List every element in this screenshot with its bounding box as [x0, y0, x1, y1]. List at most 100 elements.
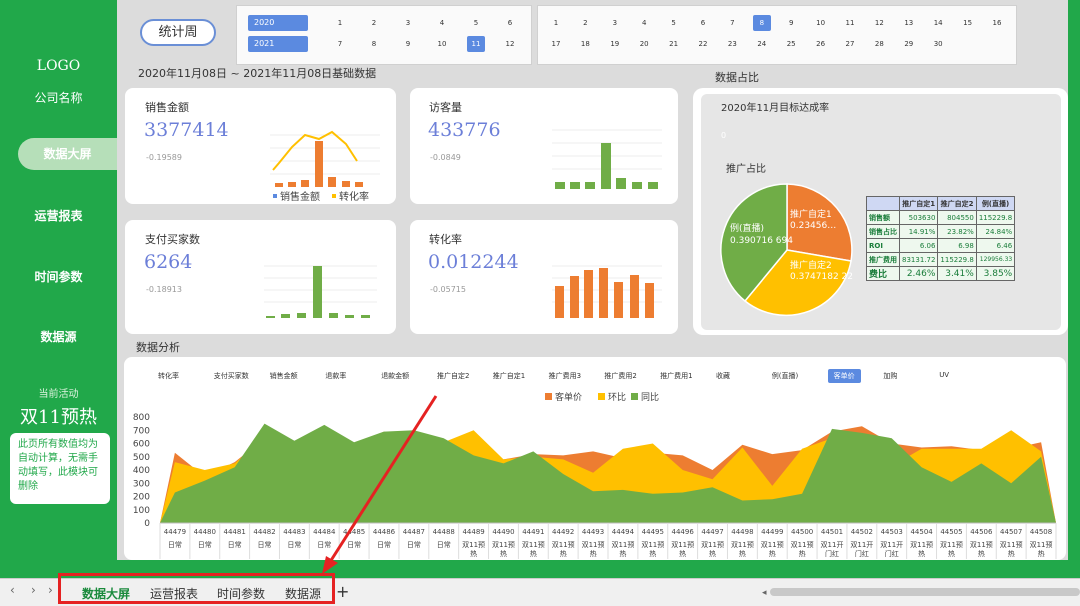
- analysis-tab[interactable]: 推广费用1: [660, 371, 692, 381]
- table-header: [866, 196, 900, 211]
- analysis-tab[interactable]: 转化率: [158, 371, 179, 381]
- analysis-tab[interactable]: 推广自定2: [437, 371, 469, 381]
- x-tick-label: 44489: [462, 528, 484, 536]
- bar: [328, 177, 336, 187]
- analysis-tab[interactable]: 支付买家数: [214, 371, 249, 381]
- bar: [301, 180, 309, 187]
- day-option[interactable]: 4: [635, 15, 653, 31]
- bar: [355, 182, 363, 187]
- year-2021-button[interactable]: 2021: [248, 36, 308, 52]
- horizontal-scrollbar[interactable]: [770, 588, 1080, 596]
- table-cell: 503630: [898, 210, 939, 225]
- day-option[interactable]: 6: [694, 15, 712, 31]
- day-option[interactable]: 11: [841, 15, 859, 31]
- year-2020-button[interactable]: 2020: [248, 15, 308, 31]
- day-option[interactable]: 25: [782, 36, 800, 52]
- x-tick-label: 44500: [791, 528, 813, 536]
- kpi-change: -0.05715: [430, 285, 466, 294]
- day-option[interactable]: 15: [959, 15, 977, 31]
- more-sheets-icon[interactable]: ›: [48, 583, 53, 597]
- stat-week-button[interactable]: 统计周: [140, 19, 216, 46]
- analysis-tab[interactable]: 收藏: [716, 371, 730, 381]
- analysis-tab[interactable]: 例(直播): [772, 371, 798, 381]
- month-option[interactable]: 10: [433, 36, 451, 52]
- day-option[interactable]: 27: [841, 36, 859, 52]
- day-option[interactable]: 16: [988, 15, 1006, 31]
- day-option[interactable]: 28: [870, 36, 888, 52]
- day-option[interactable]: 17: [547, 36, 565, 52]
- day-option[interactable]: 24: [753, 36, 771, 52]
- analysis-tab[interactable]: 加购: [883, 371, 897, 381]
- x-sub-label: 热: [679, 549, 686, 558]
- legend-label: 同比: [641, 391, 659, 403]
- day-option[interactable]: 12: [870, 15, 888, 31]
- day-option[interactable]: 20: [635, 36, 653, 52]
- month-option[interactable]: 4: [433, 15, 451, 31]
- day-option[interactable]: 10: [812, 15, 830, 31]
- day-option[interactable]: 8: [752, 15, 771, 31]
- sidebar-item-reports[interactable]: 运营报表: [0, 200, 117, 232]
- scroll-left-icon[interactable]: ◂: [762, 588, 767, 598]
- kpi-change: -0.0849: [430, 153, 461, 162]
- target-title: 2020年11月目标达成率: [721, 103, 830, 114]
- month-option[interactable]: 12: [501, 36, 519, 52]
- analysis-tab[interactable]: 销售金额: [270, 371, 298, 381]
- sidebar-item-datasource[interactable]: 数据源: [0, 321, 117, 353]
- day-option[interactable]: 14: [929, 15, 947, 31]
- chevron-left-icon[interactable]: ‹: [10, 583, 15, 597]
- analysis-tab[interactable]: 推广费用3: [549, 371, 581, 381]
- kpi-change: -0.19589: [146, 153, 182, 162]
- analysis-area-chart: 客单价 环比 同比 0 100 200 300 400 500 600 700 800 44479 日常 4…: [133, 391, 1057, 559]
- day-option[interactable]: 29: [900, 36, 918, 52]
- x-sub-label: 热: [1008, 549, 1015, 558]
- month-option[interactable]: 5: [467, 15, 485, 31]
- day-option[interactable]: 2: [576, 15, 594, 31]
- day-option[interactable]: 3: [606, 15, 624, 31]
- x-tick-label: 44481: [224, 528, 246, 536]
- x-tick-label: 44494: [612, 528, 635, 536]
- kpi-label: 销售金额: [145, 101, 189, 114]
- day-option[interactable]: 30: [929, 36, 947, 52]
- analysis-tab[interactable]: 推广费用2: [604, 371, 636, 381]
- pie-title: 推广占比: [726, 164, 766, 175]
- day-option[interactable]: 26: [812, 36, 830, 52]
- day-option[interactable]: 19: [606, 36, 624, 52]
- x-sub-label: 日常: [437, 540, 451, 549]
- x-sub-label: 热: [709, 549, 716, 558]
- x-sub-label: 热: [500, 549, 507, 558]
- sidebar-item-dashboard[interactable]: 数据大屏: [18, 138, 117, 170]
- bar: [584, 270, 593, 318]
- x-sub-label: 双11预: [462, 540, 485, 549]
- day-option[interactable]: 1: [547, 15, 565, 31]
- month-option[interactable]: 7: [331, 36, 349, 52]
- day-option[interactable]: 21: [665, 36, 683, 52]
- analysis-tab[interactable]: 退款金额: [381, 371, 409, 381]
- month-option[interactable]: 2: [365, 15, 383, 31]
- day-option[interactable]: 5: [665, 15, 683, 31]
- month-option[interactable]: 11: [467, 36, 485, 52]
- month-option[interactable]: 3: [399, 15, 417, 31]
- day-option[interactable]: 9: [782, 15, 800, 31]
- x-sub-label: 门红: [825, 549, 839, 558]
- x-tick-label: 44486: [373, 528, 396, 536]
- day-option[interactable]: 22: [694, 36, 712, 52]
- chevron-right-icon[interactable]: ›: [31, 583, 36, 597]
- month-option[interactable]: 8: [365, 36, 383, 52]
- analysis-tab[interactable]: 退款率: [325, 371, 346, 381]
- table-row: ROI 6.06 6.98 6.46: [866, 238, 1016, 253]
- sidebar-item-time-params[interactable]: 时间参数: [0, 261, 117, 293]
- month-option[interactable]: 1: [331, 15, 349, 31]
- day-option[interactable]: 23: [723, 36, 741, 52]
- analysis-tab[interactable]: 推广自定1: [493, 371, 525, 381]
- month-option[interactable]: 9: [399, 36, 417, 52]
- day-option[interactable]: 7: [723, 15, 741, 31]
- day-option[interactable]: 13: [900, 15, 918, 31]
- add-sheet-icon[interactable]: +: [336, 582, 349, 601]
- x-sub-label: 热: [649, 549, 656, 558]
- day-option[interactable]: 18: [576, 36, 594, 52]
- x-sub-label: 日常: [317, 540, 331, 549]
- analysis-tab[interactable]: UV: [939, 371, 949, 379]
- month-option[interactable]: 6: [501, 15, 519, 31]
- analysis-tab[interactable]: 客单价: [827, 369, 861, 383]
- sidebar: LOGO 公司名称 数据大屏 运营报表 时间参数 数据源 当前活动 双11预热 …: [0, 0, 117, 560]
